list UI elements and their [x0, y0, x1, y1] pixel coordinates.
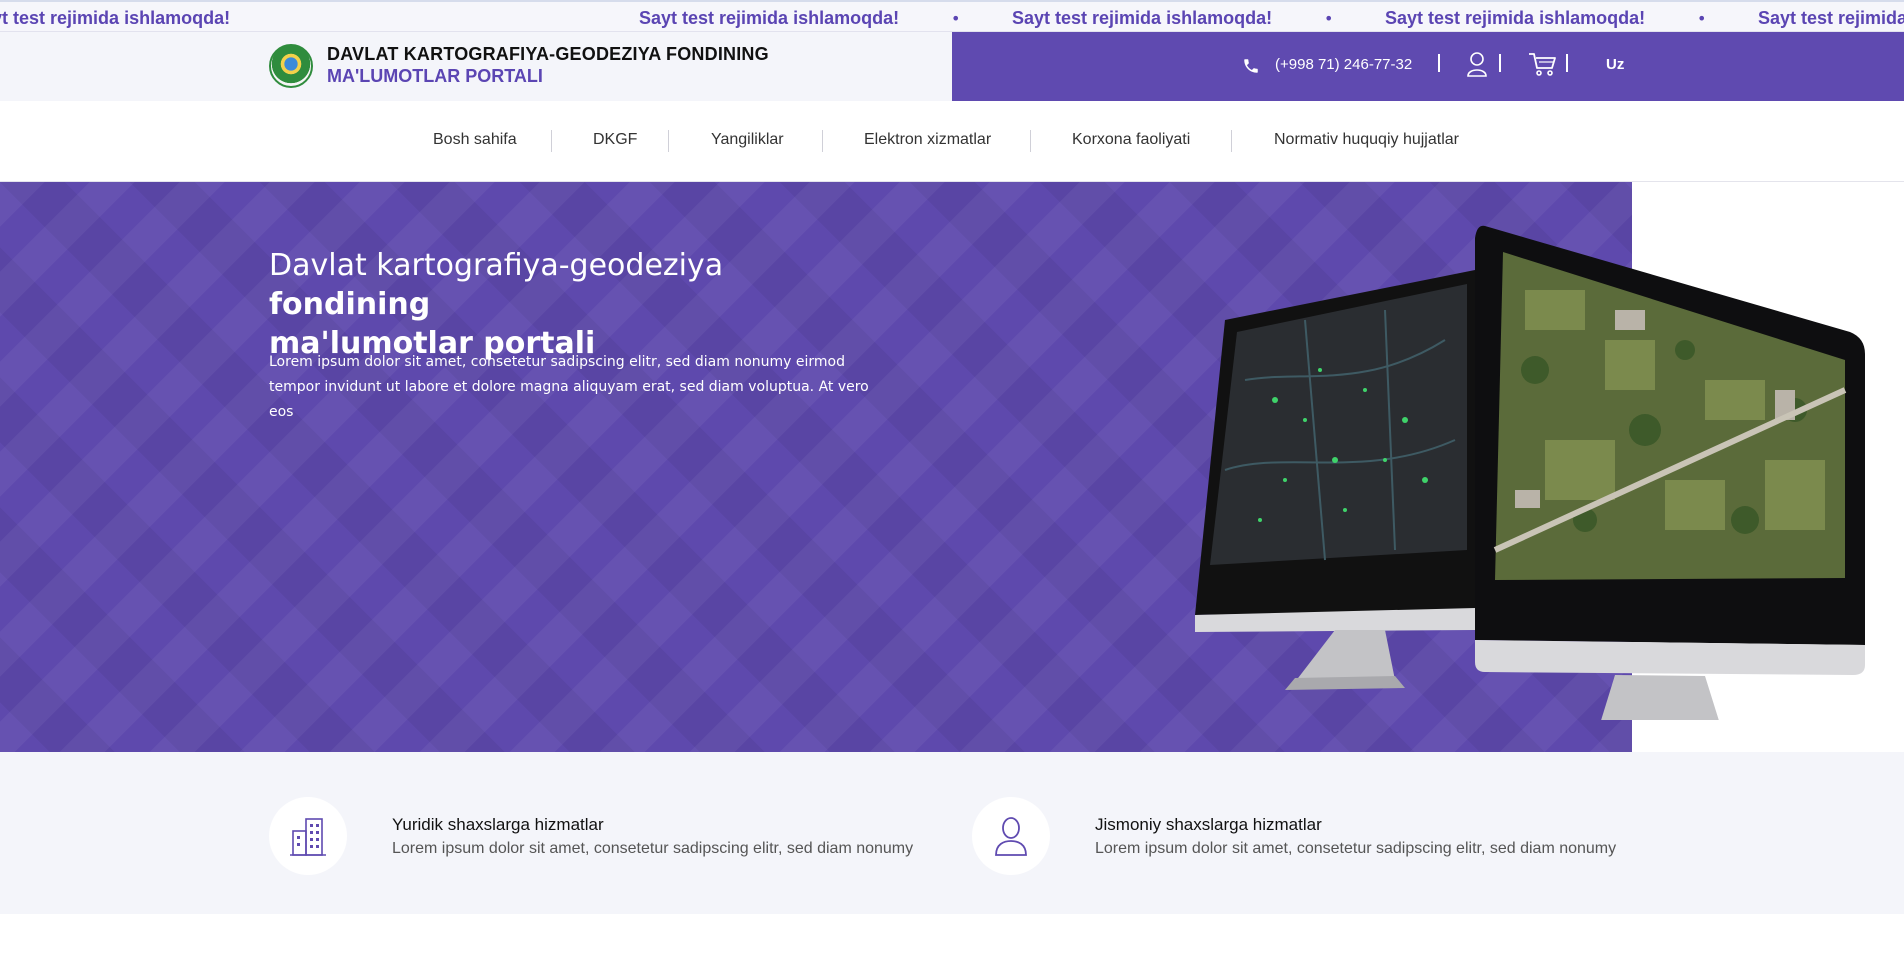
emblem-logo[interactable] [269, 44, 313, 88]
nav-divider [822, 130, 823, 152]
nav-item-yangiliklar[interactable]: Yangiliklar [711, 131, 784, 149]
header-divider [1499, 54, 1501, 72]
hero-description: Lorem ipsum dolor sit amet, consetetur s… [269, 354, 869, 420]
nav-item-korxona-faoliyati[interactable]: Korxona faoliyati [1072, 131, 1190, 149]
monitors-illustration [1195, 225, 1865, 720]
language-selector[interactable]: Uz [1606, 56, 1624, 73]
hero-title-bold: fondining [269, 287, 431, 322]
ticker-separator: • [1697, 9, 1707, 28]
announcement-ticker: Sayt test rejimida ishlamoqda! Sayt test… [0, 0, 1904, 32]
ticker-message: Sayt test rejimida ishlamoqda! [1758, 8, 1904, 28]
ticker-message: Sayt test rejimida ishlamoqda! [639, 8, 900, 28]
hero-title-light: Davlat kartografiya-geodeziya [269, 248, 724, 283]
header-contact-bar: (+998 71) 246-77-32 Uz [952, 32, 1904, 101]
hero-title: Davlat kartografiya-geodeziya fondining … [269, 246, 889, 363]
service-description: Lorem ipsum dolor sit amet, consetetur s… [392, 840, 914, 857]
phone-number-link[interactable]: (+998 71) 246-77-32 [1275, 56, 1412, 73]
front-monitor [1475, 225, 1865, 720]
site-title-line2[interactable]: MA'LUMOTLAR PORTALI [327, 66, 543, 87]
ticker-separator: • [1324, 9, 1334, 28]
site-title-line1[interactable]: DAVLAT KARTOGRAFIYA-GEODEZIYA FONDINING [327, 44, 769, 65]
nav-divider [1030, 130, 1031, 152]
ticker-message: Sayt test rejimida ishlamoqda! [0, 8, 231, 28]
service-icon-circle[interactable] [269, 797, 347, 875]
nav-divider [551, 130, 552, 152]
nav-item-dkgf[interactable]: DKGF [593, 131, 637, 149]
service-description: Lorem ipsum dolor sit amet, consetetur s… [1095, 840, 1617, 857]
main-navigation: Bosh sahifa DKGF Yangiliklar Elektron xi… [0, 101, 1904, 182]
building-icon [290, 818, 326, 856]
ticker-message: Sayt test rejimida ishlamoqda! [1385, 8, 1646, 28]
ticker-separator: • [951, 9, 961, 28]
nav-item-elektron-xizmatlar[interactable]: Elektron xizmatlar [864, 131, 991, 149]
phone-icon [1244, 59, 1258, 73]
nav-item-bosh-sahifa[interactable]: Bosh sahifa [433, 131, 517, 149]
services-section: Yuridik shaxslarga hizmatlar Lorem ipsum… [0, 752, 1904, 914]
service-icon-circle[interactable] [972, 797, 1050, 875]
shopping-cart-icon[interactable] [1528, 51, 1558, 77]
nav-item-normativ-hujjatlar[interactable]: Normativ huquqiy hujjatlar [1274, 131, 1459, 149]
user-account-icon[interactable] [1466, 51, 1488, 77]
header-divider [1566, 54, 1568, 72]
person-icon [995, 817, 1027, 856]
service-title-yuridik[interactable]: Yuridik shaxslarga hizmatlar [392, 815, 604, 835]
nav-divider [1231, 130, 1232, 152]
ticker-message: Sayt test rejimida ishlamoqda! [1012, 8, 1273, 28]
back-monitor [1195, 270, 1475, 690]
nav-divider [668, 130, 669, 152]
service-title-jismoniy[interactable]: Jismoniy shaxslarga hizmatlar [1095, 815, 1322, 835]
header-divider [1438, 54, 1440, 72]
